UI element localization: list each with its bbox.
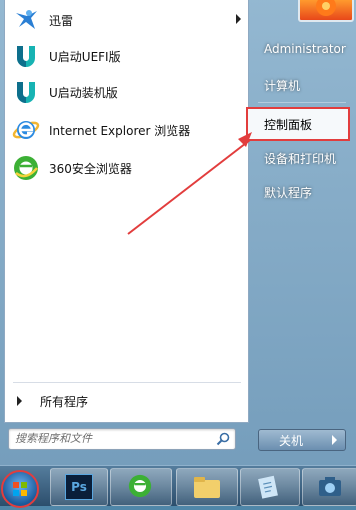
all-programs-label: 所有程序	[40, 394, 89, 409]
expand-arrow-icon	[17, 396, 22, 406]
program-item-internet-explorer[interactable]: Internet Explorer 浏览器	[5, 112, 248, 148]
program-item-u-start-install[interactable]: U启动装机版	[5, 74, 248, 110]
default-programs-link[interactable]: 默认程序	[264, 179, 312, 205]
taskbar-screen-capture[interactable]	[302, 468, 356, 506]
search-icon[interactable]	[216, 432, 230, 446]
windows-start-orb-icon[interactable]	[1, 470, 39, 508]
taskbar-360-browser[interactable]	[110, 468, 172, 506]
search-box[interactable]	[8, 428, 236, 450]
taskbar-explorer[interactable]	[176, 468, 238, 506]
chevron-right-icon	[332, 435, 337, 445]
divider	[258, 102, 346, 103]
u-start-icon	[11, 41, 41, 71]
start-menu: 迅雷 U启动UEFI版 U启动装机版 Internet Explorer 浏览器	[0, 0, 356, 465]
program-label: U启动装机版	[49, 85, 118, 100]
360-browser-icon	[11, 153, 41, 183]
internet-explorer-icon	[11, 115, 41, 145]
program-label: 360安全浏览器	[49, 161, 132, 176]
user-avatar[interactable]	[298, 0, 354, 22]
program-label: Internet Explorer 浏览器	[49, 123, 191, 138]
divider	[13, 382, 241, 383]
program-item-360-browser[interactable]: 360安全浏览器	[5, 150, 248, 186]
programs-pane: 迅雷 U启动UEFI版 U启动装机版 Internet Explorer 浏览器	[4, 0, 249, 423]
photoshop-icon: Ps	[65, 474, 93, 500]
program-label: 迅雷	[49, 13, 74, 28]
program-item-thunder[interactable]: 迅雷	[5, 2, 248, 38]
shutdown-options-button[interactable]	[323, 429, 346, 451]
program-label: U启动UEFI版	[49, 49, 121, 64]
search-input[interactable]	[15, 431, 207, 446]
notepad-icon	[258, 475, 278, 499]
control-panel-link[interactable]: 控制面板	[246, 107, 350, 141]
thunder-bird-icon	[11, 5, 41, 35]
shutdown-button[interactable]: 关机	[258, 429, 324, 451]
program-item-u-start-uefi[interactable]: U启动UEFI版	[5, 38, 248, 74]
folder-icon	[194, 477, 220, 498]
taskbar-notepad[interactable]	[240, 468, 300, 506]
screen-capture-icon	[319, 477, 341, 496]
devices-printers-link[interactable]: 设备和打印机	[264, 145, 336, 171]
taskbar-photoshop[interactable]: Ps	[50, 468, 108, 506]
submenu-arrow-icon[interactable]	[236, 14, 241, 24]
360-browser-icon	[128, 474, 152, 498]
control-panel-label: 控制面板	[264, 118, 313, 132]
u-start-icon	[11, 77, 41, 107]
computer-link[interactable]: 计算机	[264, 72, 300, 98]
user-name-link[interactable]: Administrator	[264, 36, 346, 62]
all-programs-button[interactable]: 所有程序	[5, 388, 248, 414]
